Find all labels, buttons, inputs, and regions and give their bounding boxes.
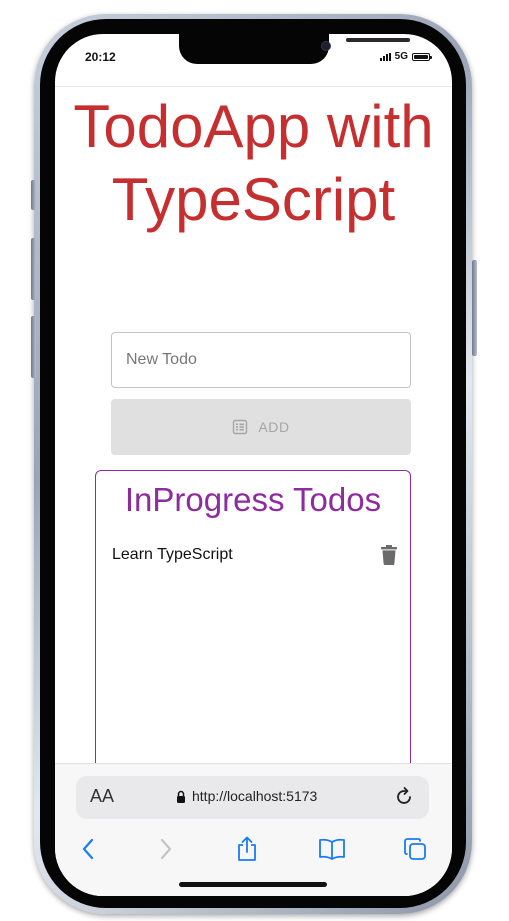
url-display[interactable]: http://localhost:5173 — [176, 788, 317, 804]
status-bar: 20:12 5G — [55, 34, 452, 87]
speaker-grille — [346, 38, 410, 42]
browser-toolbar: AA http://localhost:5173 — [55, 763, 452, 896]
device-frame: 20:12 5G TodoApp with TypeScript New Tod… — [0, 0, 509, 921]
trash-icon — [381, 545, 397, 565]
inprogress-panel: InProgress Todos Learn TypeScript — [95, 470, 411, 790]
bookmarks-icon — [319, 838, 345, 860]
home-indicator[interactable] — [179, 882, 327, 887]
back-button[interactable] — [73, 834, 103, 864]
battery-level — [414, 54, 428, 59]
volume-down-button — [31, 316, 36, 378]
status-indicators: 5G — [379, 51, 432, 62]
back-icon — [82, 838, 94, 860]
add-button[interactable]: ADD — [111, 399, 411, 455]
status-time: 20:12 — [85, 50, 116, 64]
volume-up-button — [31, 238, 36, 300]
delete-todo-button[interactable] — [378, 543, 400, 567]
battery-icon — [412, 52, 432, 61]
list-icon — [233, 419, 248, 435]
text-size-label: AA — [90, 786, 115, 806]
app-title: TodoApp with TypeScript — [73, 93, 434, 233]
forward-button[interactable] — [151, 834, 181, 864]
todo-item: Learn TypeScript — [112, 543, 400, 567]
reload-icon — [397, 787, 411, 804]
phone-screen: 20:12 5G TodoApp with TypeScript New Tod… — [55, 34, 452, 896]
tabs-icon — [404, 838, 426, 860]
reload-button[interactable] — [393, 786, 415, 808]
network-type: 5G — [394, 51, 408, 62]
add-button-label: ADD — [258, 419, 290, 435]
share-icon — [238, 836, 256, 861]
silent-switch — [31, 180, 36, 210]
todo-item-text: Learn TypeScript — [112, 546, 233, 563]
inprogress-title: InProgress Todos — [124, 481, 382, 518]
power-button — [472, 260, 477, 356]
bookmarks-button[interactable] — [317, 834, 347, 864]
forward-icon — [160, 838, 172, 860]
new-todo-input[interactable] — [111, 332, 411, 388]
notch — [179, 34, 410, 64]
share-button[interactable] — [232, 834, 262, 864]
browser-nav-row — [55, 834, 452, 866]
address-bar[interactable]: AA http://localhost:5173 — [76, 776, 429, 819]
lock-icon — [177, 790, 185, 803]
front-camera-icon — [321, 41, 331, 51]
signal-icon — [379, 52, 391, 61]
tabs-button[interactable] — [400, 834, 430, 864]
text-size-button[interactable]: AA — [90, 786, 114, 807]
url-text: http://localhost:5173 — [192, 788, 318, 804]
